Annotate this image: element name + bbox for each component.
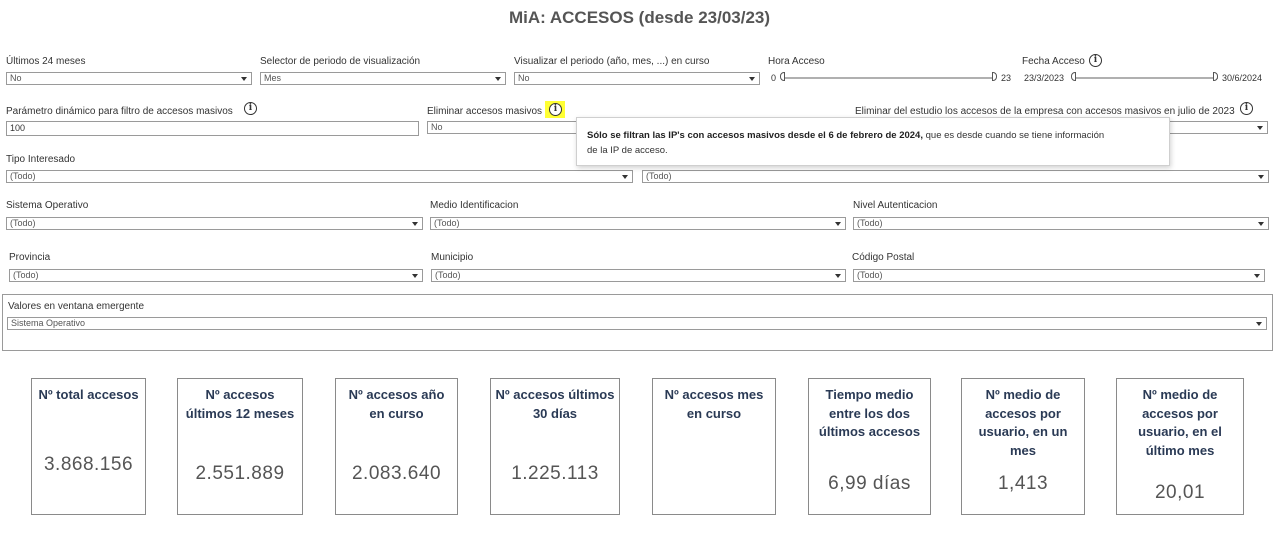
fecha-slider-handle-max[interactable] <box>1213 72 1218 81</box>
tipo-value: (Todo) <box>10 171 36 181</box>
chevron-down-icon <box>241 77 247 81</box>
ultimos24-value: No <box>10 73 22 83</box>
ultimos24-dropdown[interactable]: No <box>6 72 252 85</box>
kpi-card-total: Nº total accesos 3.868.156 <box>31 378 146 515</box>
hora-min: 0 <box>771 73 777 83</box>
hora-label: Hora Acceso <box>768 56 825 67</box>
otro-value: (Todo) <box>646 171 672 181</box>
fecha-slider-handle-min[interactable] <box>1071 72 1076 81</box>
so-dropdown[interactable]: (Todo) <box>6 217 423 230</box>
selector-value: Mes <box>264 73 282 83</box>
eliminar-label: Eliminar accesos masivos <box>427 106 543 117</box>
page-title: MiA: ACCESOS (desde 23/03/23) <box>508 8 771 27</box>
chevron-down-icon <box>749 77 755 81</box>
kpi-title: Nº accesos últimos 30 días <box>495 387 615 421</box>
parametro-label: Parámetro dinámico para filtro de acceso… <box>6 106 233 117</box>
fecha-label: Fecha Acceso <box>1022 56 1085 67</box>
kpi-title: Nº medio de accesos por usuario, en un m… <box>978 387 1068 458</box>
tooltip-bold-text: Sólo se filtran las IP's con accesos mas… <box>587 130 923 141</box>
cp-value: (Todo) <box>857 270 883 280</box>
parametro-info-icon[interactable]: i <box>244 102 257 115</box>
kpi-card-tiempo-medio: Tiempo medio entre los dos últimos acces… <box>808 378 931 515</box>
kpi-title: Tiempo medio entre los dos últimos acces… <box>818 387 921 439</box>
cp-dropdown[interactable]: (Todo) <box>853 269 1265 282</box>
parametro-input[interactable]: 100 <box>6 121 419 136</box>
hora-slider-handle-min[interactable] <box>780 72 785 81</box>
info-tooltip: Sólo se filtran las IP's con accesos mas… <box>576 117 1170 166</box>
kpi-card-12-meses: Nº accesos últimos 12 meses 2.551.889 <box>177 378 303 515</box>
medio-value: (Todo) <box>434 218 460 228</box>
hora-max: 23 <box>1001 73 1012 83</box>
so-value: (Todo) <box>10 218 36 228</box>
kpi-value: 1,413 <box>997 473 1049 494</box>
selector-dropdown[interactable]: Mes <box>260 72 506 85</box>
hora-slider-track[interactable] <box>783 77 996 79</box>
kpi-title: Nº accesos mes en curso <box>664 387 764 421</box>
kpi-value: 3.868.156 <box>43 454 134 475</box>
selector-label: Selector de periodo de visualización <box>260 56 421 67</box>
kpi-value: 1.225.113 <box>511 463 599 484</box>
chevron-down-icon <box>412 222 418 226</box>
ventana-label: Valores en ventana emergente <box>8 301 145 312</box>
hora-slider-handle-max[interactable] <box>992 72 997 81</box>
so-label: Sistema Operativo <box>6 200 89 211</box>
eliminar-empresa-dropdown[interactable] <box>1160 121 1268 134</box>
kpi-value: 6,99 días <box>828 473 911 494</box>
nivel-label: Nivel Autenticacion <box>853 200 938 211</box>
fecha-max: 30/6/2024 <box>1222 73 1263 83</box>
nivel-value: (Todo) <box>857 218 883 228</box>
eliminar-info-icon[interactable]: i <box>549 103 562 116</box>
medio-dropdown[interactable]: (Todo) <box>430 217 846 230</box>
chevron-down-icon <box>1258 175 1264 179</box>
kpi-card-medio-mes: Nº medio de accesos por usuario, en un m… <box>961 378 1085 515</box>
ventana-dropdown[interactable]: Sistema Operativo <box>7 317 1267 330</box>
chevron-down-icon <box>1254 274 1260 278</box>
cp-label: Código Postal <box>852 252 915 263</box>
chevron-down-icon <box>412 274 418 278</box>
provincia-dropdown[interactable]: (Todo) <box>9 269 423 282</box>
municipio-dropdown[interactable]: (Todo) <box>431 269 846 282</box>
kpi-card-mes-curso: Nº accesos mes en curso <box>652 378 776 515</box>
fecha-slider-track[interactable] <box>1074 77 1218 79</box>
kpi-card-medio-ultimo-mes: Nº medio de accesos por usuario, en el ú… <box>1116 378 1244 515</box>
chevron-down-icon <box>1256 322 1262 326</box>
kpi-value: 2.083.640 <box>351 463 442 484</box>
medio-label: Medio Identificacion <box>430 200 519 211</box>
tooltip-text-line1: que es desde cuando se tiene información <box>922 130 1105 141</box>
kpi-card-ano-curso: Nº accesos año en curso 2.083.640 <box>335 378 458 515</box>
tipo-label: Tipo Interesado <box>6 154 76 165</box>
chevron-down-icon <box>835 274 841 278</box>
eliminar-value: No <box>431 122 443 132</box>
municipio-value: (Todo) <box>435 270 461 280</box>
nivel-dropdown[interactable]: (Todo) <box>853 217 1269 230</box>
municipio-label: Municipio <box>431 252 474 263</box>
chevron-down-icon <box>835 222 841 226</box>
provincia-value: (Todo) <box>13 270 39 280</box>
otro-dropdown[interactable]: (Todo) <box>642 170 1269 183</box>
ventana-value: Sistema Operativo <box>11 318 86 328</box>
kpi-title: Nº accesos últimos 12 meses <box>185 387 295 421</box>
visualizar-dropdown[interactable]: No <box>514 72 760 85</box>
kpi-card-30-dias: Nº accesos últimos 30 días 1.225.113 <box>490 378 620 515</box>
kpi-title: Nº total accesos <box>38 387 139 402</box>
visualizar-value: No <box>518 73 530 83</box>
eliminar-empresa-label: Eliminar del estudio los accesos de la e… <box>855 106 1235 117</box>
tipo-dropdown[interactable]: (Todo) <box>6 170 633 183</box>
provincia-label: Provincia <box>9 252 51 263</box>
chevron-down-icon <box>1258 222 1264 226</box>
tooltip-text-line2: de la IP de acceso. <box>587 145 668 156</box>
eliminar-dropdown[interactable]: No <box>427 121 582 134</box>
kpi-title: Nº accesos año en curso <box>348 387 445 421</box>
kpi-title: Nº medio de accesos por usuario, en el ú… <box>1138 387 1222 458</box>
chevron-down-icon <box>495 77 501 81</box>
fecha-min: 23/3/2023 <box>1024 73 1065 83</box>
chevron-down-icon <box>622 175 628 179</box>
chevron-down-icon <box>1257 126 1263 130</box>
eliminar-empresa-info-icon[interactable]: i <box>1240 102 1253 115</box>
ultimos24-label: Últimos 24 meses <box>6 56 86 67</box>
visualizar-label: Visualizar el periodo (año, mes, ...) en… <box>514 56 710 67</box>
kpi-value: 20,01 <box>1154 482 1206 503</box>
fecha-info-icon[interactable]: i <box>1089 54 1102 67</box>
kpi-value: 2.551.889 <box>195 463 285 484</box>
